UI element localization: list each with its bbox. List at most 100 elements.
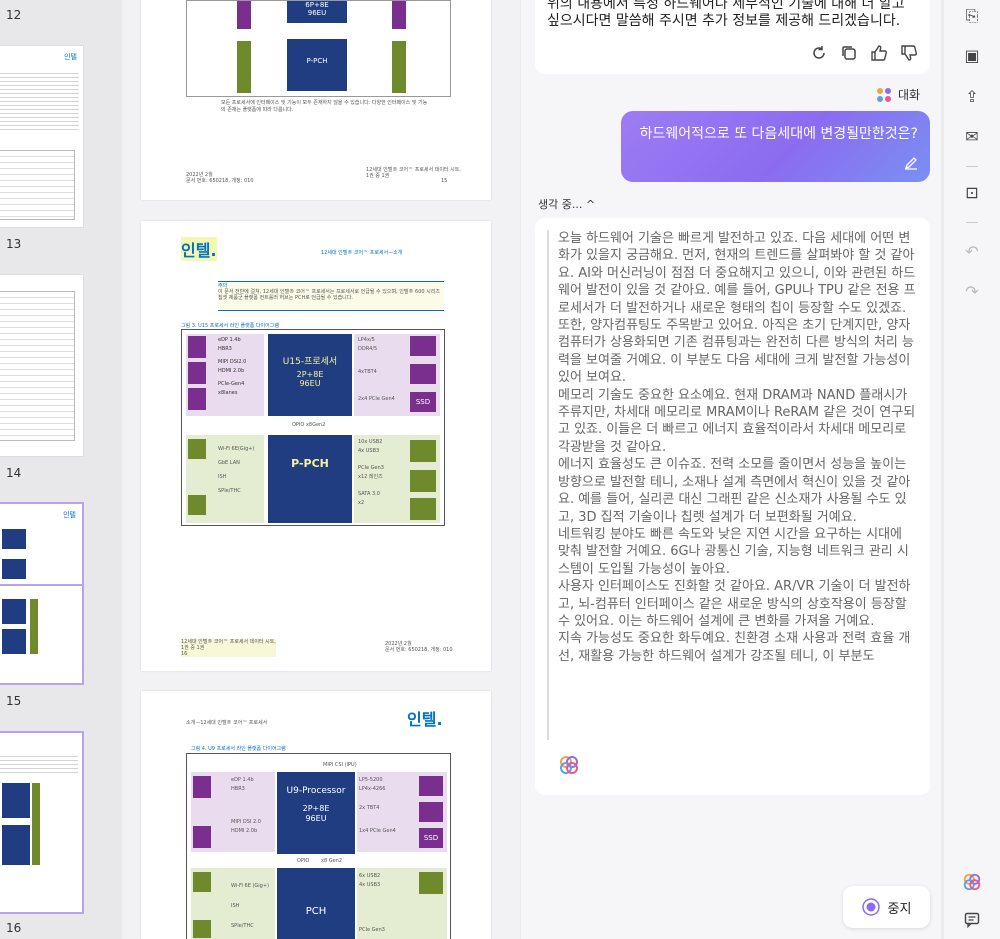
toolbar-divider xyxy=(966,166,978,167)
thumbs-up-icon[interactable] xyxy=(870,44,888,62)
assistant-label: 대화 xyxy=(898,88,921,102)
thumbnail-panel: 12 인텔 13 14 인텔 15 16 xyxy=(0,0,122,939)
thunderbolt-icon xyxy=(419,802,443,822)
stop-label: 중지 xyxy=(887,901,912,917)
thumbnail-13[interactable]: 인텔 xyxy=(0,45,84,228)
left-io-labels: eDP 1.4b HBR3 MIPI DSI2.0 HDMI 2.0b PCIe… xyxy=(218,337,247,396)
thinking-card: 오늘 하드웨어 기술은 빠르게 발전하고 있죠. 다음 세대에 어떤 변화가 있… xyxy=(535,218,930,795)
display-icon xyxy=(193,776,211,798)
usb-icon xyxy=(410,440,436,462)
thinking-toggle[interactable]: 생각 중... ^ xyxy=(538,196,595,212)
thumb-text xyxy=(0,70,79,130)
memory-icon xyxy=(419,776,443,796)
lock-document-icon[interactable]: ▣ xyxy=(963,47,981,65)
stop-button[interactable]: 중지 xyxy=(843,886,930,928)
convert-icon[interactable]: ⎘ xyxy=(963,7,981,25)
pch-right-labels: 10x USB2 4x USB3 PCIe Gen3 x12 레인즈 SATA … xyxy=(358,439,384,506)
thinking-paragraph: 메모리 기술도 중요한 요소예요. 현재 DRAM과 NAND 플래시가 주류지… xyxy=(558,387,916,455)
thinking-rail xyxy=(547,230,549,740)
page-15: 6P+8E 96EU P-PCH 모든 프로세서에 인터페이스 및 기능이 모두… xyxy=(141,0,491,200)
share-icon[interactable]: ⇪ xyxy=(963,88,981,106)
page-16: 인텔. 12세대 인텔® 코어™ 프로세서—소개 주의 이 문서 전반에 걸쳐,… xyxy=(141,221,491,671)
pch-block: PCH xyxy=(277,868,355,939)
undo-icon[interactable]: ↶ xyxy=(963,243,981,261)
platform-diagram: 6P+8E 96EU P-PCH xyxy=(186,0,451,97)
laptop-icon xyxy=(193,920,211,938)
thinking-paragraph: 오늘 하드웨어 기술은 빠르게 발전하고 있죠. 다음 세대에 어떤 변화가 있… xyxy=(558,231,916,316)
display-icon xyxy=(193,826,211,848)
pch-title: P-PCH xyxy=(291,457,329,470)
platform-diagram-u9: MIPI CSI (IPU) eDP 1.4b HBR3 MIPI DSI 2.… xyxy=(186,753,451,939)
cpu-title: U15-프로세서 xyxy=(282,357,338,367)
thumb-table xyxy=(0,291,75,441)
thumbnail-16[interactable] xyxy=(0,731,84,914)
edit-icon[interactable] xyxy=(904,156,918,170)
thumbnail-15[interactable]: 인텔 xyxy=(0,502,84,685)
thumbs-down-icon[interactable] xyxy=(900,44,918,62)
thumb-table xyxy=(0,150,75,220)
right-toolbar: ⎘ ▣ ⇪ ✉ ⊡ ↶ ↷ xyxy=(944,0,1000,939)
opio-label: OPIO x8Gen2 xyxy=(292,422,326,428)
thumb-label: 15 xyxy=(6,694,22,708)
thumbnail-14[interactable] xyxy=(0,274,84,457)
page-header: 소개—12세대 인텔® 코어™ 프로세서 xyxy=(186,720,268,726)
thumb-label: 14 xyxy=(6,466,22,480)
cpu-block: U15-프로세서 2P+8E 96EU xyxy=(268,334,352,416)
cpu-cores: 2P+8E 96EU xyxy=(296,370,324,388)
thinking-paragraph: 에너지 효율성도 큰 이슈죠. 전력 소모를 줄이면서 성능을 높이는 방향으로… xyxy=(558,457,911,525)
footer-left: 2022년 2월 문서 번호: 650218, 개정: 010 xyxy=(186,172,254,184)
page-preview-panel: 6P+8E 96EU P-PCH 모든 프로세서에 인터페이스 및 기능이 모두… xyxy=(122,0,520,939)
pcie-icon xyxy=(410,470,436,492)
left-io-labels: eDP 1.4b HBR3 MIPI DSI 2.0 HDMI 2.0b xyxy=(231,777,261,834)
display-icon xyxy=(188,336,206,358)
pch-right-labels: 6x USB2 4x USB3 PCIe Gen3 xyxy=(359,873,385,933)
previous-response-card: 위의 내용에서 특정 하드웨어나 세부적인 기술에 대해 더 알고 싶으시다면 … xyxy=(535,0,930,74)
figure-title: 그림 4. U9 프로세서 라인 플랫폼 다이어그램 xyxy=(191,746,286,752)
right-io-labels: LP5-5200 LP4x-4266 2x TBT4 1x4 PCIe Gen4 xyxy=(359,777,396,834)
page-17: 소개—12세대 인텔® 코어™ 프로세서 인텔. 그림 4. U9 프로세서 라… xyxy=(141,691,491,939)
thinking-paragraph: 네트워킹 분야도 빠른 속도와 낮은 지연 시간을 요구하는 시대에 맞춰 발전… xyxy=(558,526,909,577)
page-number: 15 xyxy=(441,178,448,184)
regenerate-icon[interactable] xyxy=(810,44,828,62)
save-icon[interactable]: ⊡ xyxy=(963,184,981,202)
ai-assistant-icon[interactable] xyxy=(962,872,982,892)
intel-logo: 인텔. xyxy=(181,237,217,261)
opio-speed: x8 Gen2 xyxy=(321,858,343,864)
stop-icon xyxy=(861,898,880,916)
user-message-text: 하드웨어적으로 또 다음세대에 변경될만한것은? xyxy=(639,126,918,142)
diagram-caption: 모든 프로세서에 인터페이스 및 기능이 모두 존재하지 않을 수 있습니다. … xyxy=(221,100,428,113)
intel-logo: 인텔. xyxy=(407,710,443,729)
note-box: 주의 이 문서 전반에 걸쳐, 12세대 인텔® 코어™ 프로세서는 프로세서로… xyxy=(218,281,444,311)
thunderbolt-icon xyxy=(410,364,436,384)
pch-left-labels: Wi-Fi 6E(Gig+) GbE LAN ISH SPIe/THC xyxy=(218,446,255,494)
pch-left-labels: Wi-Fi 6E (Gig+) ISH SPIe/THC xyxy=(231,883,269,929)
thinking-text: 오늘 하드웨어 기술은 빠르게 발전하고 있죠. 다음 세대에 어떤 변화가 있… xyxy=(558,230,916,665)
user-message-bubble: 하드웨어적으로 또 다음세대에 변경될만한것은? xyxy=(621,111,930,182)
wifi-icon xyxy=(193,872,211,892)
note-text: 이 문서 전반에 걸쳐, 12세대 인텔® 코어™ 프로세서는 프로세서로 언급… xyxy=(218,289,440,301)
note-title: 주의 xyxy=(218,283,228,289)
assistant-tag: 대화 xyxy=(876,86,920,103)
thinking-paragraph: 지속 가능성도 중요한 화두예요. 친환경 소재 사용과 전력 효율 개선, 재… xyxy=(558,631,911,664)
thumb-logo: 인텔 xyxy=(64,53,77,61)
pch-title: PCH xyxy=(305,906,327,917)
cpu-block: 6P+8E 96EU xyxy=(287,1,347,23)
copy-icon[interactable] xyxy=(840,44,858,62)
redo-icon[interactable]: ↷ xyxy=(963,283,981,301)
ssd-badge: SSD xyxy=(410,392,436,412)
mail-icon[interactable]: ✉ xyxy=(963,128,981,146)
thumb-label: 12 xyxy=(6,8,22,22)
memory-icon xyxy=(410,336,436,356)
opio-label: OPIO xyxy=(297,858,310,864)
pch-block: P-PCH xyxy=(287,39,347,91)
ai-logo-icon xyxy=(877,87,891,102)
response-actions xyxy=(810,44,918,62)
thumb-label: 16 xyxy=(6,921,22,935)
cpu-block: U9-Processor 2P+8E 96EU xyxy=(277,772,355,854)
mipi-label: MIPI CSI (IPU) xyxy=(323,762,357,768)
wifi-icon xyxy=(188,439,206,459)
ai-loading-icon xyxy=(560,756,578,774)
right-io-labels: LP4x/5 DDR4/5 4xTBT4 2x4 PCIe Gen4 xyxy=(358,337,395,402)
comment-icon[interactable] xyxy=(964,912,980,928)
previous-response-text: 위의 내용에서 특정 하드웨어나 세부적인 기술에 대해 더 알고 싶으시다면 … xyxy=(547,0,905,29)
